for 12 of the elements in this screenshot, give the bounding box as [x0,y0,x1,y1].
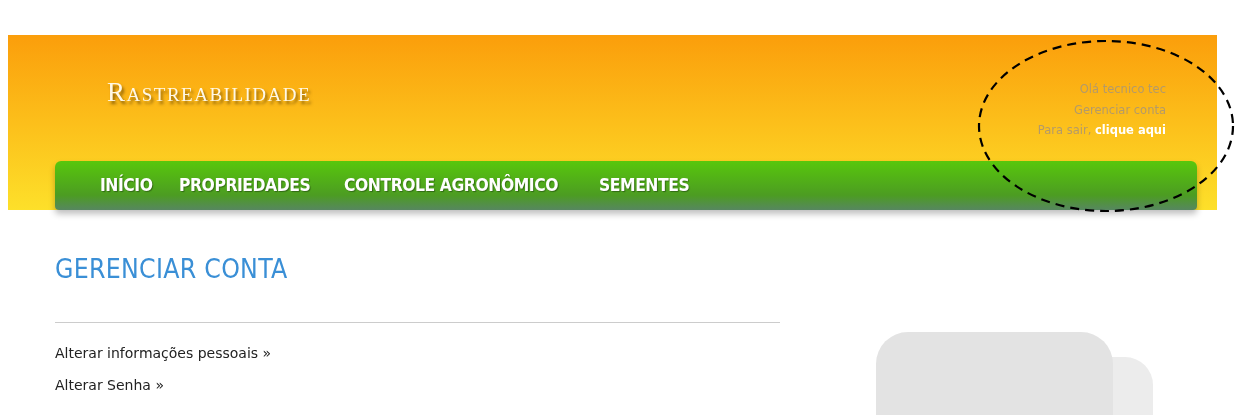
logout-text: Para sair, clique aqui [1037,122,1166,139]
site-title: Rastreabilidade [107,77,312,109]
account-option-link[interactable]: Alterar Senha » [55,369,164,401]
nav-link[interactable]: CONTROLE AGRONÔMICO [343,175,558,196]
account-link[interactable]: Gerenciar conta [1074,99,1166,120]
user-greeting: Olá tecnico tec [1079,81,1166,98]
nav-link[interactable]: PROPRIEDADES [179,175,311,196]
account-option-link[interactable]: Alterar informações pessoais » [55,337,272,369]
nav-link[interactable]: SEMENTES [598,175,689,196]
page-heading: GERENCIAR CONTA [55,252,288,286]
logout-link[interactable]: clique aqui [1094,123,1166,137]
nav-link[interactable]: INÍCIO [100,175,153,196]
